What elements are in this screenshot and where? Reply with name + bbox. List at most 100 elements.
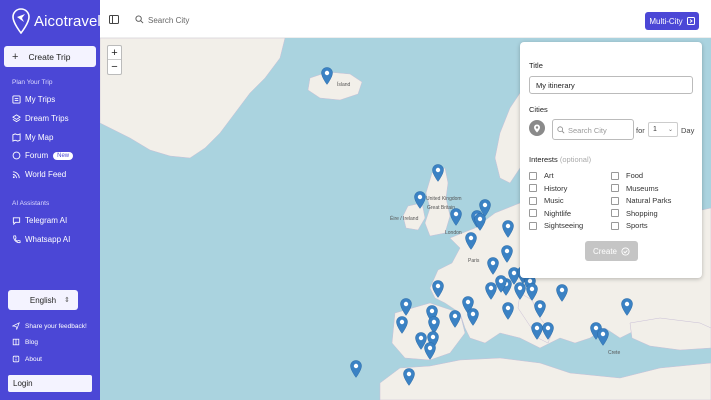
create-button[interactable]: Create [585, 241, 638, 261]
days-select[interactable]: 1 ⌄ [648, 122, 678, 137]
interest-option[interactable]: Natural Parks [611, 196, 671, 205]
map-pin-icon[interactable] [542, 322, 554, 340]
zoom-in-button[interactable]: + [108, 46, 121, 60]
send-icon [12, 322, 20, 330]
zoom-control: + − [107, 45, 122, 75]
blog-link[interactable]: Blog [12, 338, 38, 346]
title-input[interactable] [529, 76, 693, 94]
interests-title: Interests [529, 155, 558, 164]
interest-option[interactable]: Sports [611, 221, 648, 230]
map-pin-icon[interactable] [396, 316, 408, 334]
sidebar-item-my-trips[interactable]: My Trips [12, 95, 55, 104]
map-pin-icon[interactable] [432, 280, 444, 298]
interest-option[interactable]: Shopping [611, 209, 658, 218]
create-label: Create [592, 246, 617, 256]
interest-checkbox[interactable] [611, 171, 619, 180]
info-icon [12, 355, 20, 363]
interest-checkbox[interactable] [529, 171, 537, 180]
interest-checkbox[interactable] [529, 184, 537, 192]
list-icon [12, 95, 21, 104]
map-pin-icon[interactable] [621, 298, 633, 316]
map-pin-icon[interactable] [467, 308, 479, 326]
interest-option[interactable]: Food [611, 171, 643, 180]
sidebar-item-telegram-ai[interactable]: Telegram AI [12, 216, 67, 225]
interest-checkbox[interactable] [611, 184, 619, 192]
logo-pin-icon [12, 8, 30, 34]
create-trip-label: Create Trip [28, 51, 71, 62]
create-trip-button[interactable]: + Create Trip [4, 46, 96, 67]
map-pin-icon[interactable] [487, 257, 499, 275]
map-pin-icon[interactable] [403, 368, 415, 386]
map-pin-icon[interactable] [424, 342, 436, 360]
zoom-out-button[interactable]: − [108, 60, 121, 74]
search-icon [557, 126, 565, 134]
sidebar-item-world-feed[interactable]: World Feed [12, 170, 66, 179]
map-pin-icon[interactable] [450, 208, 462, 226]
map-pin-icon[interactable] [534, 300, 546, 318]
interest-label: History [544, 183, 568, 193]
phone-icon [13, 235, 21, 244]
sidebar-item-label: Dream Trips [25, 114, 69, 123]
sidebar-item-label: Whatsapp AI [25, 235, 71, 244]
sidebar-item-dream-trips[interactable]: Dream Trips [12, 114, 69, 123]
map-pin-icon[interactable] [556, 284, 568, 302]
interest-checkbox[interactable] [529, 221, 537, 230]
map-pin-icon[interactable] [350, 360, 362, 378]
map-pin-icon[interactable] [597, 328, 609, 346]
map-pin-icon[interactable] [432, 164, 444, 182]
interest-checkbox[interactable] [611, 209, 619, 217]
plan-section-label: Plan Your Trip [12, 79, 53, 86]
map-pin-icon[interactable] [495, 275, 507, 293]
multi-city-button[interactable]: Multi-City [645, 12, 699, 30]
map-pin-icon[interactable] [514, 282, 526, 300]
map-pin-icon[interactable] [400, 298, 412, 316]
interest-option[interactable]: History [529, 184, 567, 193]
sidebar-item-forum[interactable]: Forum New [12, 151, 74, 160]
interest-checkbox[interactable] [529, 209, 537, 217]
city-search-input[interactable] [148, 12, 448, 28]
sidebar-item-whatsapp-ai[interactable]: Whatsapp AI [12, 235, 70, 244]
rss-icon [12, 171, 20, 179]
interest-option[interactable]: Music [529, 196, 564, 205]
map-pin-icon[interactable] [321, 67, 333, 85]
chevron-updown-icon: ⇕ [64, 297, 70, 304]
map-pin-icon[interactable] [526, 283, 538, 301]
sidebar: Aicotravel + Create Trip Plan Your Trip … [0, 0, 101, 400]
interest-label: Natural Parks [626, 196, 672, 205]
logo[interactable]: Aicotravel [12, 8, 101, 34]
map-icon [12, 133, 21, 142]
city-search-box[interactable] [552, 119, 634, 140]
language-value: English [29, 295, 57, 305]
new-badge: New [53, 151, 74, 160]
map-pin-icon[interactable] [502, 220, 514, 238]
map-pin-icon[interactable] [449, 310, 461, 328]
sidebar-item-my-map[interactable]: My Map [12, 133, 53, 142]
chevron-down-icon: ⌄ [667, 127, 673, 133]
language-select[interactable]: English ⇕ [8, 290, 78, 310]
interest-option[interactable]: Art [529, 171, 554, 180]
map-pin-icon[interactable] [474, 213, 486, 231]
interest-checkbox[interactable] [529, 196, 537, 205]
cities-label: Cities [529, 105, 548, 114]
map-pin-icon[interactable] [502, 302, 514, 320]
interest-option[interactable]: Museums [611, 184, 659, 193]
map-pin-icon[interactable] [465, 232, 477, 250]
book-icon [12, 338, 20, 346]
feedback-label: Share your feedback! [25, 322, 87, 330]
feedback-link[interactable]: Share your feedback! [12, 322, 87, 330]
layers-icon [12, 114, 21, 123]
interest-label: Sports [626, 221, 648, 230]
interests-optional: (optional) [559, 155, 592, 164]
interest-checkbox[interactable] [611, 221, 619, 230]
city-search-field[interactable] [568, 123, 632, 137]
check-circle-icon [621, 246, 630, 256]
login-button[interactable]: Login [8, 375, 92, 392]
interest-option[interactable]: Sightseeing [529, 221, 583, 230]
map-pin-icon[interactable] [501, 245, 513, 263]
map-label-london: London [445, 230, 462, 236]
about-link[interactable]: About [12, 355, 42, 363]
sidebar-toggle-icon[interactable] [109, 15, 119, 24]
map-pin-icon[interactable] [414, 191, 426, 209]
interest-checkbox[interactable] [611, 196, 619, 205]
interest-option[interactable]: Nightlife [529, 209, 571, 218]
